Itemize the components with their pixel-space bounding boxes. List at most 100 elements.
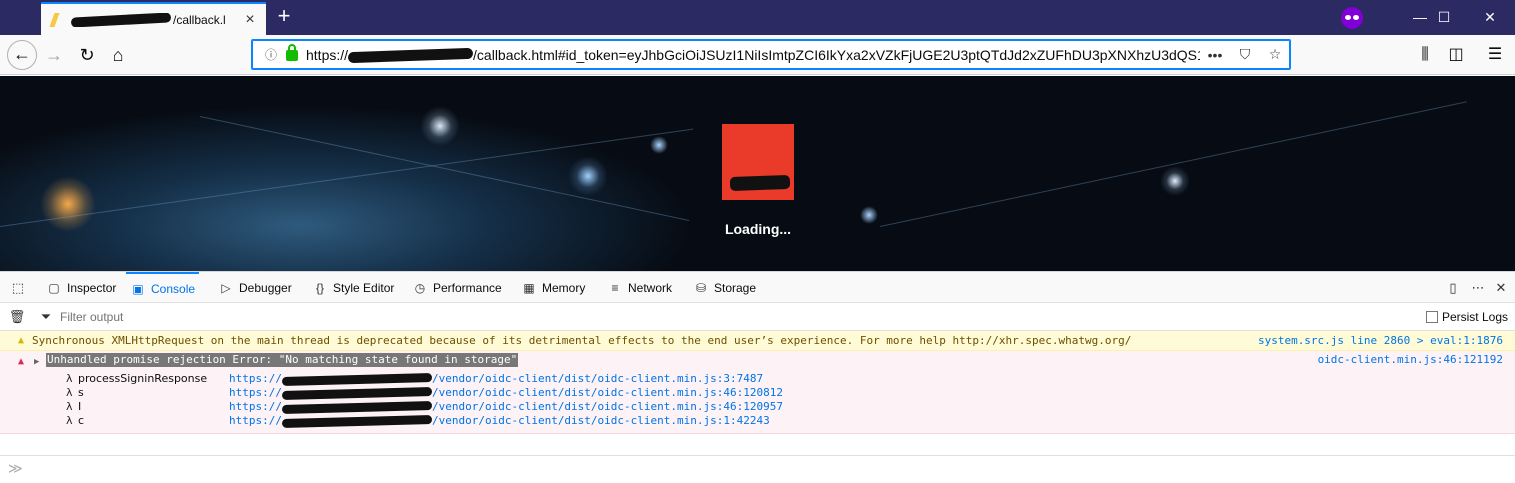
background-light (40, 176, 96, 232)
warning-source-link[interactable]: system.src.js line 2860 > eval:1:1876 (1258, 334, 1503, 348)
tab-memory[interactable]: ▦ Memory (517, 272, 589, 303)
sidebar-icon[interactable]: ◫ (1441, 40, 1471, 70)
console-error-message[interactable]: ▲ ▶ Unhandled promise rejection Error: "… (0, 351, 1515, 434)
error-icon: ▲ (18, 356, 25, 367)
tab-performance[interactable]: ◷ Performance (408, 272, 506, 303)
redaction-mark (281, 386, 433, 400)
menu-icon[interactable]: ☰ (1480, 40, 1510, 70)
frame-source-link[interactable]: https:// /vendor/oidc-client/dist/oidc-cl… (229, 372, 763, 386)
url-scheme: https:// (306, 46, 349, 63)
close-window-button[interactable]: ✕ (1467, 0, 1513, 35)
console-warning-message[interactable]: ▲ Synchronous XMLHttpRequest on the main… (0, 331, 1515, 351)
filter-input[interactable] (60, 307, 660, 327)
frame-source-link[interactable]: https:// /vendor/oidc-client/dist/oidc-cl… (229, 414, 770, 428)
trash-icon[interactable]: 🗑 (7, 303, 27, 331)
error-source-link[interactable]: oidc-client.min.js:46:121192 (1318, 353, 1503, 367)
tab-label: Network (628, 280, 673, 295)
tab-inspector[interactable]: ▢ Inspector (42, 272, 120, 303)
console-input[interactable]: ≫ (0, 455, 1515, 483)
frame-url-scheme: https:// (229, 400, 282, 413)
frame-source-link[interactable]: https:// /vendor/oidc-client/dist/oidc-cl… (229, 386, 783, 400)
redaction-mark (729, 174, 791, 192)
performance-icon: ◷ (414, 280, 426, 295)
tab-label: Debugger (239, 280, 292, 295)
warning-icon: ▲ (18, 335, 25, 346)
frame-url-scheme: https:// (229, 414, 282, 427)
background-line (879, 101, 1467, 227)
back-button[interactable]: ← (7, 40, 37, 70)
secure-lock-icon[interactable] (286, 44, 298, 61)
pocket-icon[interactable]: ⛉ (1230, 46, 1260, 63)
console-filter-bar: 🗑 ⏷ Persist Logs (0, 303, 1515, 331)
error-text: Unhandled promise rejection Error: "No m… (46, 353, 519, 367)
reload-button[interactable]: ↻ (72, 40, 102, 70)
redaction-mark (281, 400, 433, 414)
frame-function: s (78, 386, 84, 399)
private-browsing-icon (1341, 7, 1363, 29)
background-light (1160, 166, 1190, 196)
tab-close-icon[interactable]: × (242, 11, 258, 28)
tab-title: /callback.l (71, 13, 242, 27)
lambda-icon: λ (66, 414, 73, 427)
devtools-options-icon[interactable]: ⋯ (1468, 272, 1488, 303)
lambda-icon: λ (66, 400, 73, 413)
browser-tab[interactable]: /callback.l × (41, 2, 266, 35)
home-button[interactable]: ⌂ (103, 40, 133, 70)
stack-frame: λ processSigninResponse https:// /vendor/… (66, 372, 763, 386)
storage-icon: ⛁ (695, 280, 707, 295)
url-bar[interactable]: ⓘ https:// /callback.html#id_token=eyJhbG… (251, 39, 1291, 70)
memory-icon: ▦ (523, 280, 535, 295)
tab-network[interactable]: ≡ Network (603, 272, 676, 303)
forward-button[interactable]: → (39, 40, 69, 70)
redaction-mark (281, 372, 433, 386)
stack-frame: λ I https:// /vendor/oidc-client/dist/oid… (66, 400, 783, 414)
console-prompt-icon: ≫ (8, 461, 23, 477)
tab-style-editor[interactable]: {} Style Editor (308, 272, 398, 303)
lambda-icon: λ (66, 386, 73, 399)
element-picker-icon[interactable]: ⬚ (8, 272, 28, 303)
frame-source-link[interactable]: https:// /vendor/oidc-client/dist/oidc-cl… (229, 400, 783, 414)
frame-function: I (78, 400, 82, 413)
filter-funnel-icon[interactable]: ⏷ (36, 303, 56, 331)
maximize-button[interactable]: ☐ (1421, 0, 1467, 35)
tab-label: Performance (433, 280, 502, 295)
tab-console[interactable]: ▣ Console (126, 272, 200, 303)
tab-debugger[interactable]: ▷ Debugger (214, 272, 296, 303)
debugger-icon: ▷ (221, 280, 231, 295)
frame-function: processSigninResponse (78, 372, 208, 385)
redaction-mark (347, 48, 474, 63)
redaction-mark (71, 12, 172, 27)
persist-logs-label: Persist Logs (1441, 310, 1508, 324)
network-icon: ≡ (611, 280, 619, 295)
library-icon[interactable]: ⫼ (1410, 40, 1440, 70)
url-text[interactable]: https:// /callback.html#id_token=eyJhbGci… (306, 47, 1200, 63)
new-tab-button[interactable]: + (272, 5, 296, 29)
page-actions-icon[interactable]: ••• (1200, 47, 1230, 63)
warning-text: Synchronous XMLHttpRequest on the main t… (32, 334, 1132, 347)
persist-logs-checkbox[interactable] (1425, 311, 1438, 323)
loading-text: Loading... (724, 221, 792, 237)
redaction-mark (281, 414, 433, 428)
close-devtools-icon[interactable]: ✕ (1491, 272, 1511, 303)
frame-function: c (78, 414, 85, 427)
background-light (568, 156, 608, 196)
frame-url-path: /vendor/oidc-client/dist/oidc-client.min… (431, 400, 783, 413)
tab-title-text: /callback.l (173, 12, 226, 27)
expand-arrow-icon[interactable]: ▶ (34, 355, 39, 369)
dock-side-icon[interactable]: ▯ (1443, 272, 1463, 303)
frame-url-path: /vendor/oidc-client/dist/oidc-client.min… (431, 386, 783, 399)
tab-label: Style Editor (333, 280, 395, 295)
console-icon: ▣ (132, 281, 144, 296)
background-light (650, 136, 668, 154)
frame-url-scheme: https:// (229, 386, 282, 399)
frame-url-scheme: https:// (229, 372, 282, 385)
page-content: Loading... (0, 76, 1515, 271)
devtools-panel: ⬚ ▢ Inspector ▣ Console ▷ Debugger {} Style … (0, 271, 1515, 483)
site-info-icon[interactable]: ⓘ (260, 46, 282, 63)
bookmark-star-icon[interactable]: ☆ (1260, 46, 1290, 63)
inspector-icon: ▢ (48, 280, 60, 295)
background-light (420, 106, 460, 146)
stack-frame: λ s https:// /vendor/oidc-client/dist/oid… (66, 386, 783, 400)
persist-logs-toggle[interactable]: Persist Logs (1425, 310, 1508, 324)
tab-storage[interactable]: ⛁ Storage (689, 272, 760, 303)
